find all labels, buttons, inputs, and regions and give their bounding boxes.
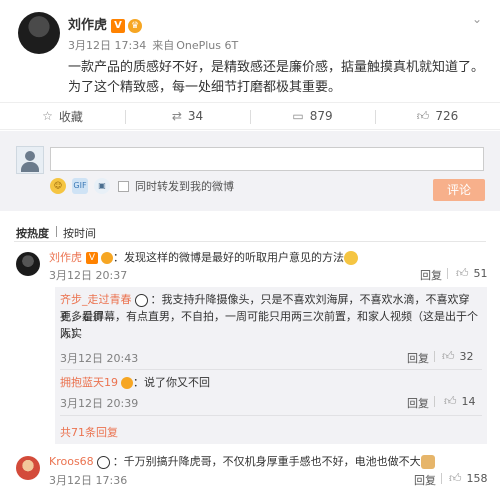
comment-avatar[interactable]: [16, 252, 40, 276]
post-actions-bar: ☆ 收藏 ⇄ 34 ▭ 879 👍︎ 726: [0, 102, 500, 130]
thumbs-up-icon: 👍︎: [444, 394, 457, 408]
author-avatar[interactable]: [18, 12, 60, 54]
divider: [447, 268, 448, 279]
star-icon: ☆: [42, 109, 53, 123]
comment-reply-button[interactable]: 回复: [420, 267, 442, 283]
reply-like-count: 32: [459, 350, 474, 363]
comment-icon: ▭: [292, 109, 304, 123]
comment-author-row: Kroos68 ：千万别搞升降虎哥，不仅机身厚重手感也不好，电池也做不大: [49, 453, 435, 469]
current-user-avatar: [16, 146, 44, 174]
sort-by-hot[interactable]: 按热度: [16, 225, 49, 241]
comment-reply-button[interactable]: 回复: [414, 472, 436, 488]
member-crown-icon: ♛: [128, 18, 143, 33]
author-name-row: 刘作虎 V ♛: [68, 14, 143, 33]
repost-checkbox-label: 同时转发到我的微博: [135, 180, 234, 193]
doge-emoji-icon: [420, 455, 435, 469]
divider: [14, 241, 486, 242]
compose-tools: ☺ GIF ▣ 同时转发到我的微博: [50, 178, 234, 194]
comment-input[interactable]: [50, 147, 484, 171]
comment-time: 3月12日 20:37: [49, 269, 128, 282]
reply-like-button[interactable]: 👍︎ 14: [444, 394, 476, 409]
comment-text: ：千万别搞升降虎哥，不仅机身厚重手感也不好，电池也做不大: [112, 455, 421, 468]
post-meta: 3月12日 17:34 来自 OnePlus 6T: [68, 37, 244, 53]
verified-badge-icon: V: [111, 18, 126, 33]
chevron-down-icon[interactable]: ⌄: [472, 12, 482, 26]
member-crown-icon: [101, 252, 113, 264]
divider: [434, 351, 435, 362]
divider: [60, 415, 482, 416]
comment-author[interactable]: 刘作虎: [49, 251, 82, 264]
like-count: 726: [435, 109, 459, 123]
post-date[interactable]: 3月12日 17:34: [68, 39, 146, 52]
member-crown-icon: [121, 377, 133, 389]
smile-emoji-icon: [344, 251, 358, 265]
image-icon[interactable]: ▣: [94, 178, 110, 194]
like-button[interactable]: 👍︎ 726: [375, 103, 500, 129]
reply-reply-button[interactable]: 回复: [407, 350, 429, 366]
more-replies-link[interactable]: 共71条回复: [60, 424, 118, 440]
reply-time: 3月12日 20:43: [60, 352, 139, 365]
comment-like-count: 51: [473, 267, 488, 280]
comment-count: 879: [309, 109, 333, 123]
comment-like-button[interactable]: 👍︎ 51: [456, 266, 488, 281]
repost-count: 34: [187, 109, 204, 123]
sort-divider: [56, 226, 57, 237]
comment-like-count: 158: [466, 472, 488, 485]
reply-author[interactable]: 拥抱蓝天19: [60, 376, 118, 389]
thumbs-up-icon: 👍︎: [449, 471, 462, 485]
reply-text-line2: 更多是屏幕，有点直男，不自拍，一周可能只用两三次前置，和家人视频（这是出于个人实: [60, 310, 478, 340]
post-source-prefix: 来自: [152, 39, 175, 52]
divider: [60, 369, 482, 370]
repost-checkbox[interactable]: [118, 180, 129, 192]
repost-button[interactable]: ⇄ 34: [125, 103, 250, 129]
comment-like-button[interactable]: 👍︎ 158: [449, 471, 488, 486]
comment-text: ：发现这样的微博是最好的听取用户意见的方法: [113, 251, 344, 264]
comment-author[interactable]: Kroos68: [49, 455, 94, 468]
comment-avatar[interactable]: [16, 456, 40, 480]
divider: [441, 473, 442, 484]
thumbs-up-icon: 👍︎: [442, 349, 455, 363]
author-name[interactable]: 刘作虎: [68, 18, 107, 33]
submit-comment-button[interactable]: 评论: [433, 179, 485, 201]
emoji-icon[interactable]: ☺: [50, 178, 66, 194]
panda-badge-icon: [134, 293, 148, 307]
divider: [434, 396, 435, 407]
comment-time: 3月12日 17:36: [49, 474, 128, 487]
post-source[interactable]: OnePlus 6T: [176, 39, 238, 52]
verified-badge-icon: V: [86, 252, 98, 264]
comment-author-row: 刘作虎 V ：发现这样的微博是最好的听取用户意见的方法: [49, 249, 358, 265]
reply-item: 拥抱蓝天19 ：说了你又不回: [60, 374, 210, 391]
reply-time: 3月12日 20:39: [60, 397, 139, 410]
favorite-label: 收藏: [58, 109, 83, 124]
comment-compose-area: [0, 131, 500, 211]
panda-badge-icon: [96, 455, 110, 469]
reply-like-count: 14: [461, 395, 476, 408]
post-text: 一款产品的质感好不好，是精致感还是廉价感，掂量触摸真机就知道了。为了这个精致感，…: [68, 60, 485, 95]
reply-reply-button[interactable]: 回复: [407, 395, 429, 411]
sort-by-time[interactable]: 按时间: [63, 225, 96, 241]
reply-text: ：说了你又不回: [133, 376, 210, 389]
gif-icon[interactable]: GIF: [72, 178, 88, 194]
favorite-button[interactable]: ☆ 收藏: [0, 103, 125, 129]
thumbs-up-icon: 👍︎: [416, 108, 430, 123]
repost-icon: ⇄: [171, 109, 182, 123]
reply-like-button[interactable]: 👍︎ 32: [442, 349, 474, 364]
reply-text-line3: 际）: [60, 327, 82, 340]
reply-author[interactable]: 齐步_走过青春: [60, 293, 132, 306]
thumbs-up-icon: 👍︎: [456, 266, 469, 280]
comment-button[interactable]: ▭ 879: [250, 103, 375, 129]
